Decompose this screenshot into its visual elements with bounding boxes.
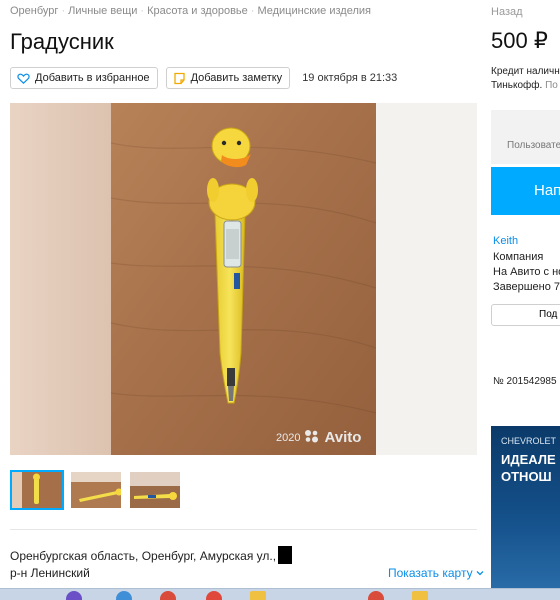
explorer-window-icon[interactable] bbox=[412, 591, 428, 600]
divider bbox=[10, 529, 477, 530]
note-icon bbox=[173, 72, 186, 85]
redacted-house-number bbox=[278, 546, 293, 564]
banner-brand: CHEVROLET bbox=[501, 436, 557, 446]
seller-name-link[interactable]: Keith bbox=[493, 235, 518, 247]
user-hint-text: Пользовате bbox=[507, 140, 560, 151]
ad-number: № 201542985 bbox=[493, 376, 557, 387]
back-link[interactable]: Назад bbox=[491, 6, 523, 18]
heart-icon bbox=[17, 72, 30, 85]
ad-banner[interactable]: CHEVROLET ИДЕАЛЕ ОТНОШ bbox=[491, 426, 560, 598]
chevron-down-icon bbox=[476, 566, 484, 580]
write-message-button[interactable]: Нап bbox=[491, 167, 560, 215]
breadcrumb: Оренбург · Личные вещи · Красота и здоровье ·… bbox=[10, 5, 371, 17]
seller-since: На Авито с но bbox=[493, 266, 560, 278]
watermark-brand: Avito bbox=[324, 429, 362, 446]
main-photo[interactable]: 2020 Avito bbox=[10, 103, 477, 455]
seller-type: Компания bbox=[493, 251, 544, 263]
banner-headline-2: ОТНОШ bbox=[501, 469, 552, 484]
subscribe-button[interactable]: Под bbox=[491, 304, 560, 326]
credit-bank: Тинькофф. bbox=[491, 80, 543, 91]
district: р-н Ленинский bbox=[10, 566, 90, 580]
breadcrumb-personal-items[interactable]: Личные вещи bbox=[68, 5, 137, 17]
listing-actions: Добавить в избранное Добавить заметку 19… bbox=[10, 67, 397, 89]
seller-completed: Завершено 7 bbox=[493, 281, 560, 293]
credit-offer-line1: Кредит наличн bbox=[491, 66, 560, 77]
viber-icon[interactable] bbox=[66, 591, 82, 600]
breadcrumb-beauty-health[interactable]: Красота и здоровье bbox=[147, 5, 248, 17]
photo-thumbnails bbox=[10, 470, 182, 510]
add-to-favorites-label: Добавить в избранное bbox=[35, 72, 150, 84]
thumbnail-1[interactable] bbox=[10, 470, 64, 510]
publish-date: 19 октября в 21:33 bbox=[302, 72, 398, 84]
breadcrumb-separator: · bbox=[250, 5, 255, 17]
watermark-year: 2020 bbox=[276, 431, 301, 444]
thermometer-photo bbox=[10, 103, 477, 455]
thumbnail-2[interactable] bbox=[69, 470, 123, 510]
credit-more-link[interactable]: По bbox=[545, 80, 558, 91]
show-map-label: Показать карту bbox=[388, 566, 473, 580]
thumbnail-3[interactable] bbox=[128, 470, 182, 510]
seller-sidebar: Назад 500 ₽ Кредит наличн Тинькофф. По П… bbox=[491, 0, 560, 600]
browser-icon[interactable] bbox=[116, 591, 132, 600]
breadcrumb-city[interactable]: Оренбург bbox=[10, 5, 58, 17]
opera-icon[interactable] bbox=[206, 591, 222, 600]
page-title: Градусник bbox=[10, 29, 114, 54]
os-taskbar bbox=[0, 588, 560, 600]
breadcrumb-separator: · bbox=[140, 5, 145, 17]
avito-watermark: 2020 Avito bbox=[276, 429, 361, 446]
user-hint-box: Пользовате bbox=[491, 110, 560, 164]
chrome-icon[interactable] bbox=[160, 591, 176, 600]
address: Оренбургская область, Оренбург, Амурская… bbox=[10, 546, 293, 564]
banner-headline-1: ИДЕАЛЕ bbox=[501, 452, 556, 467]
show-map-link[interactable]: Показать карту bbox=[388, 566, 484, 580]
breadcrumb-medical-items[interactable]: Медицинские изделия bbox=[257, 5, 371, 17]
add-note-button[interactable]: Добавить заметку bbox=[165, 67, 291, 89]
credit-offer-line2: Тинькофф. По bbox=[491, 80, 558, 91]
price: 500 ₽ bbox=[491, 28, 548, 53]
address-text: Оренбургская область, Оренбург, Амурская… bbox=[10, 549, 277, 563]
breadcrumb-separator: · bbox=[61, 5, 66, 17]
add-note-label: Добавить заметку bbox=[190, 72, 283, 84]
chrome-window-icon[interactable] bbox=[368, 591, 384, 600]
add-to-favorites-button[interactable]: Добавить в избранное bbox=[10, 67, 158, 89]
folder-icon[interactable] bbox=[250, 591, 266, 600]
avito-logo-icon bbox=[304, 429, 320, 446]
